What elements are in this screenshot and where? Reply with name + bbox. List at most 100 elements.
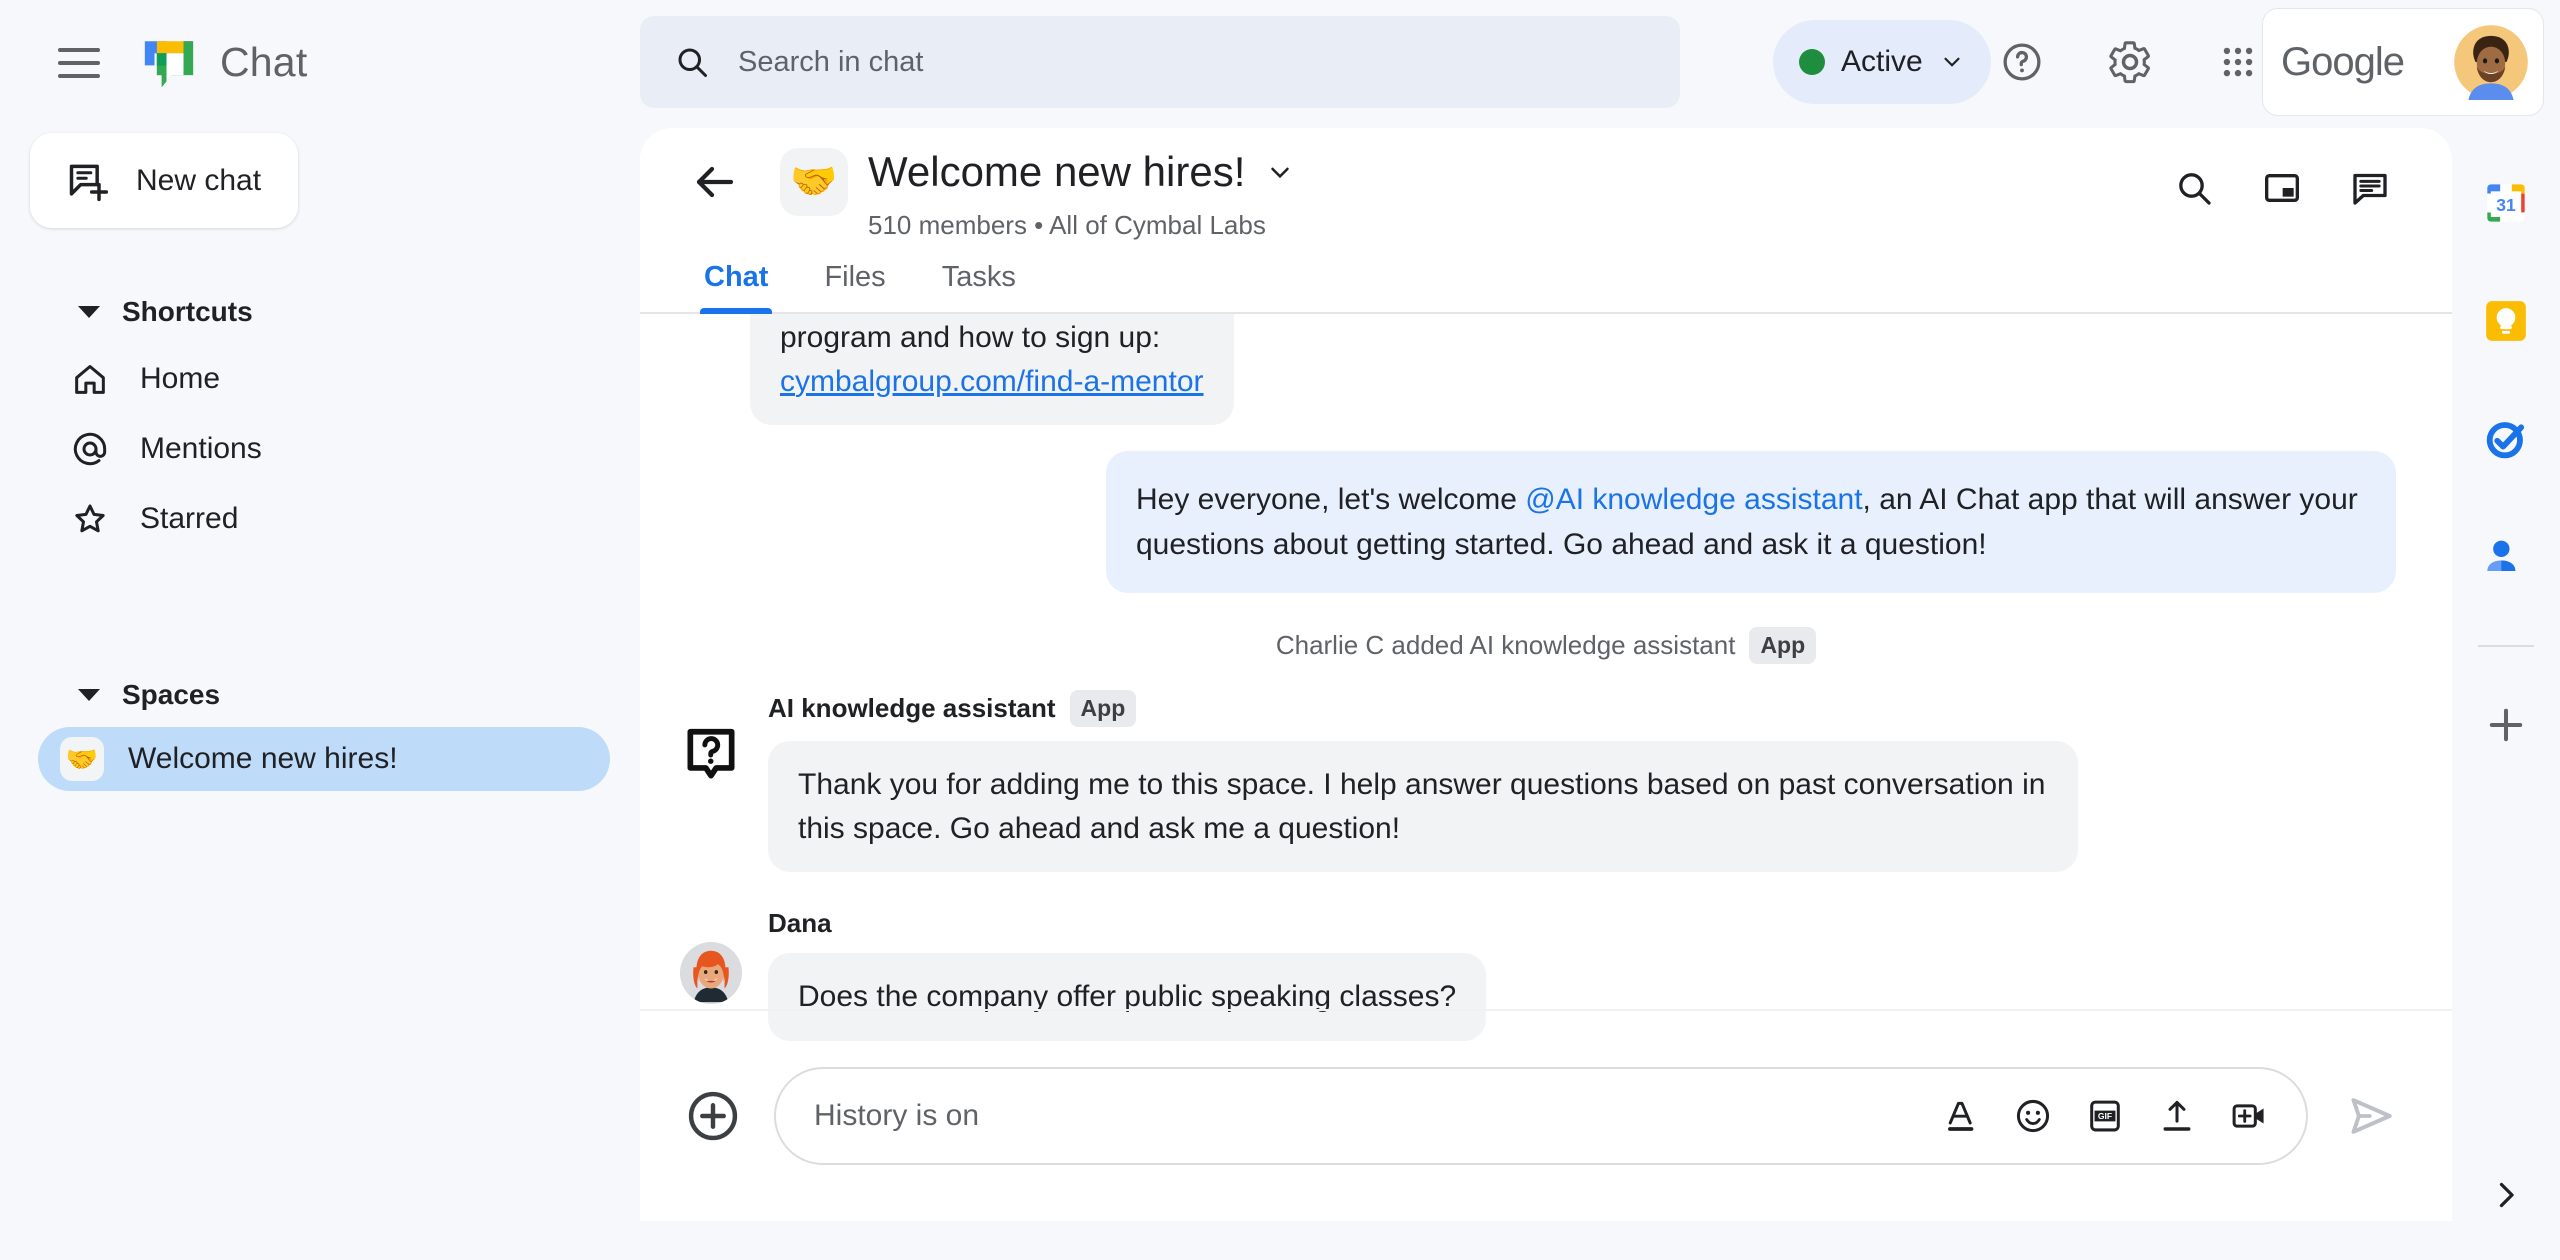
- message-text: Thank you for adding me to this space. I…: [768, 741, 2078, 872]
- calendar-day-number: 31: [2496, 195, 2516, 215]
- message-truncated: program and how to sign up: cymbalgroup.…: [680, 314, 2412, 425]
- message-outgoing: Hey everyone, let's welcome @AI knowledg…: [680, 451, 2412, 593]
- side-panel-rail: 31: [2452, 125, 2560, 1260]
- mention-ai-assistant[interactable]: @AI knowledge assistant: [1525, 483, 1862, 516]
- chat-summary-icon[interactable]: [2334, 152, 2406, 224]
- chevron-down-icon: [78, 689, 100, 701]
- new-chat-button[interactable]: New chat: [30, 133, 298, 228]
- app-badge: App: [1069, 690, 1137, 727]
- chevron-down-icon: [1944, 57, 1960, 67]
- sidebar: New chat Shortcuts Home Mentions Starred…: [0, 125, 640, 1260]
- new-chat-icon: [69, 164, 109, 201]
- tab-tasks[interactable]: Tasks: [914, 261, 1044, 312]
- shortcuts-title: Shortcuts: [122, 296, 253, 327]
- spaces-title: Spaces: [122, 679, 221, 710]
- system-message: Charlie C added AI knowledge assistant A…: [680, 627, 2412, 664]
- space-label: Welcome new hires!: [128, 742, 398, 775]
- search-input[interactable]: Search in chat: [640, 16, 1680, 108]
- user-avatar: [2454, 25, 2528, 100]
- app-badge: App: [1749, 627, 1817, 664]
- top-bar: Chat Search in chat Active Google: [0, 0, 2560, 125]
- upload-icon[interactable]: [2158, 1097, 2196, 1135]
- sidebar-item-mentions[interactable]: Mentions: [0, 414, 640, 484]
- expand-panel-button[interactable]: [2475, 1164, 2537, 1226]
- page-title: Welcome new hires!: [868, 148, 1246, 195]
- sender-name: AI knowledge assistant: [768, 693, 1056, 723]
- star-icon: [75, 504, 105, 533]
- tab-files[interactable]: Files: [796, 261, 913, 312]
- account-button[interactable]: Google: [2262, 8, 2544, 116]
- new-chat-label: New chat: [136, 163, 262, 197]
- app-title: Chat: [220, 39, 308, 85]
- svg-text:GIF: GIF: [2098, 1111, 2112, 1121]
- space-title-button[interactable]: Welcome new hires!: [868, 148, 1295, 196]
- question-bubble-icon: [687, 728, 735, 779]
- gif-icon[interactable]: GIF: [2086, 1097, 2124, 1135]
- compose-area: History is on GIF: [640, 1009, 2452, 1221]
- search-container: Search in chat: [640, 16, 1680, 108]
- assistant-body: AI knowledge assistant App Thank you for…: [768, 690, 2412, 872]
- google-tasks-icon[interactable]: [2468, 401, 2544, 477]
- system-text: Charlie C added AI knowledge assistant: [1275, 630, 1736, 660]
- google-chat-logo: [144, 40, 194, 87]
- picture-in-picture-icon[interactable]: [2246, 152, 2318, 224]
- status-label: Active: [1841, 45, 1923, 78]
- conversation-panel: 🤝 Welcome new hires! 510 members • All o…: [640, 128, 2452, 1221]
- shortcuts-section-header[interactable]: Shortcuts: [0, 280, 640, 344]
- google-chat-window: Chat Search in chat Active Google New ch…: [0, 0, 2560, 1260]
- compose-toolbar: GIF: [1942, 1097, 2268, 1135]
- help-icon[interactable]: [1982, 22, 2062, 102]
- gear-icon[interactable]: [2090, 22, 2170, 102]
- status-dot: [1799, 49, 1825, 75]
- dana-avatar: [680, 942, 742, 1004]
- emoji-icon[interactable]: [2014, 1097, 2052, 1135]
- space-avatar: 🤝: [780, 148, 848, 216]
- home-icon: [75, 365, 105, 394]
- add-icon: [688, 1091, 738, 1141]
- hamburger-icon[interactable]: [40, 24, 118, 102]
- rail-divider: [2478, 645, 2534, 647]
- assistant-avatar-wrap: [680, 690, 742, 872]
- google-keep-icon[interactable]: [2468, 283, 2544, 359]
- space-header: 🤝 Welcome new hires! 510 members • All o…: [640, 128, 2452, 240]
- assistant-name-row: AI knowledge assistant App: [768, 690, 2412, 727]
- sidebar-item-home[interactable]: Home: [0, 344, 640, 414]
- add-icon: [2489, 708, 2523, 742]
- space-tabs: Chat Files Tasks: [640, 236, 2452, 314]
- status-button[interactable]: Active: [1773, 20, 1991, 104]
- message-text: program and how to sign up:: [780, 321, 1161, 354]
- search-placeholder: Search in chat: [738, 45, 924, 78]
- sidebar-item-welcome-new-hires[interactable]: 🤝 Welcome new hires!: [38, 727, 610, 791]
- chevron-down-icon: [1271, 167, 1290, 179]
- google-contacts-icon[interactable]: [2468, 519, 2544, 595]
- space-emoji-icon: 🤝: [60, 737, 104, 781]
- video-add-icon[interactable]: [2230, 1097, 2268, 1135]
- brand: Chat: [140, 34, 307, 92]
- format-text-icon[interactable]: [1942, 1097, 1980, 1135]
- sidebar-item-starred[interactable]: Starred: [0, 484, 640, 554]
- tab-chat[interactable]: Chat: [676, 261, 796, 314]
- chevron-down-icon: [78, 306, 100, 318]
- at-icon: [73, 432, 107, 466]
- space-actions: [2158, 152, 2406, 224]
- sidebar-item-label: Starred: [140, 502, 239, 535]
- compose-placeholder: History is on: [814, 1099, 980, 1132]
- sidebar-item-label: Home: [140, 362, 221, 395]
- search-in-space-icon[interactable]: [2158, 152, 2230, 224]
- message-input[interactable]: History is on GIF: [774, 1067, 2308, 1165]
- mentor-link[interactable]: cymbalgroup.com/find-a-mentor: [780, 365, 1204, 398]
- sender-name: Dana: [768, 908, 832, 938]
- google-wordmark: Google: [2281, 39, 2405, 84]
- sidebar-item-label: Mentions: [140, 432, 262, 465]
- spaces-section-header[interactable]: Spaces: [0, 663, 640, 727]
- add-app-button[interactable]: [2468, 687, 2544, 763]
- chevron-right-icon: [2499, 1182, 2514, 1208]
- send-button[interactable]: [2334, 1079, 2408, 1153]
- message-assistant: AI knowledge assistant App Thank you for…: [680, 690, 2412, 872]
- google-calendar-icon[interactable]: 31: [2468, 165, 2544, 241]
- back-arrow-icon[interactable]: [688, 158, 742, 206]
- search-icon: [678, 48, 707, 77]
- add-attachment-button[interactable]: [684, 1087, 742, 1145]
- message-list: program and how to sign up: cymbalgroup.…: [640, 314, 2452, 1109]
- message-prefix: Hey everyone, let's welcome: [1136, 483, 1526, 516]
